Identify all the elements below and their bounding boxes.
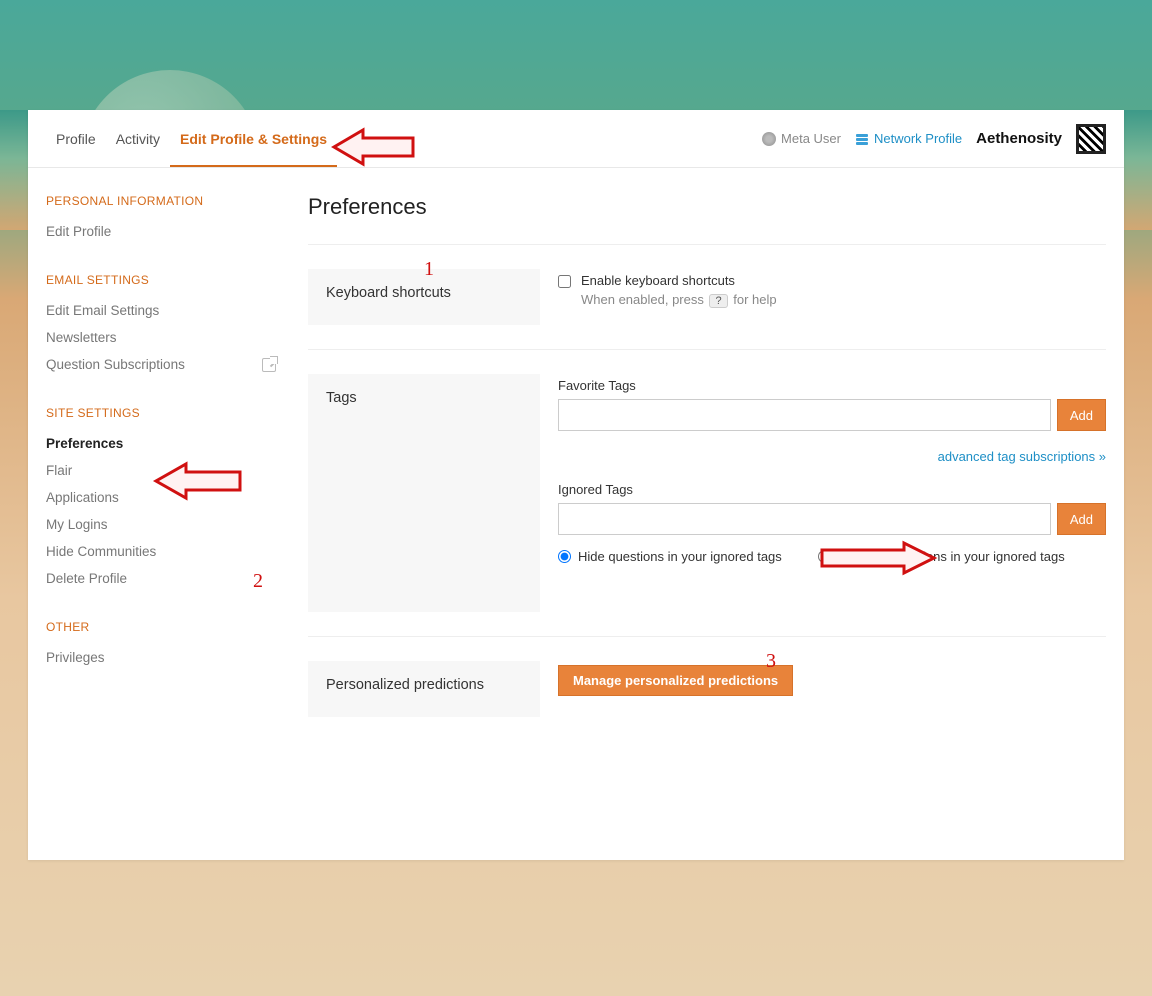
external-link-icon [262, 358, 276, 372]
network-profile-label: Network Profile [874, 131, 962, 146]
meta-user-link[interactable]: Meta User [762, 131, 841, 146]
preferences-main: Preferences Keyboard shortcuts Enable ke… [294, 194, 1106, 741]
sidebar-item-edit-profile[interactable]: Edit Profile [46, 218, 294, 245]
sidebar-item-flair[interactable]: Flair [46, 457, 294, 484]
add-favorite-tag-button[interactable]: Add [1057, 399, 1106, 431]
sidebar-heading-personal: PERSONAL INFORMATION [46, 194, 294, 208]
radio-hide-ignored[interactable]: Hide questions in your ignored tags [558, 549, 782, 564]
radio-gray-input[interactable] [818, 550, 831, 563]
sidebar-item-newsletters[interactable]: Newsletters [46, 324, 294, 351]
avatar[interactable] [1076, 124, 1106, 154]
username-display: Aethenosity [976, 130, 1062, 147]
sidebar-item-hide-communities[interactable]: Hide Communities [46, 538, 294, 565]
profile-settings-card: Profile Activity Edit Profile & Settings… [28, 110, 1124, 860]
sidebar-item-my-logins[interactable]: My Logins [46, 511, 294, 538]
tab-edit-profile-settings[interactable]: Edit Profile & Settings [170, 111, 337, 167]
radio-gray-ignored[interactable]: Gray out questions in your ignored tags [818, 549, 1065, 564]
globe-icon [762, 132, 776, 146]
stack-icon [855, 132, 869, 146]
sidebar-item-preferences[interactable]: Preferences [46, 430, 294, 457]
sidebar-heading-email: EMAIL SETTINGS [46, 273, 294, 287]
enable-kb-checkbox[interactable] [558, 275, 571, 288]
sidebar-item-question-subs[interactable]: Question Subscriptions [46, 351, 294, 378]
sidebar-item-privileges[interactable]: Privileges [46, 644, 294, 671]
sidebar-item-delete-profile[interactable]: Delete Profile [46, 565, 294, 592]
meta-user-label: Meta User [781, 131, 841, 146]
section-label-predictions: Personalized predictions [308, 661, 540, 717]
question-key-icon: ? [709, 294, 727, 308]
sidebar-item-applications[interactable]: Applications [46, 484, 294, 511]
radio-hide-input[interactable] [558, 550, 571, 563]
sidebar-heading-site: SITE SETTINGS [46, 406, 294, 420]
enable-kb-label: Enable keyboard shortcuts [581, 273, 777, 288]
add-ignored-tag-button[interactable]: Add [1057, 503, 1106, 535]
section-label-keyboard: Keyboard shortcuts [308, 269, 540, 325]
ignored-tags-input[interactable] [558, 503, 1051, 535]
advanced-tag-subs-link[interactable]: advanced tag subscriptions » [938, 449, 1106, 464]
section-label-tags: Tags [308, 374, 540, 612]
kb-help-text: When enabled, press ? for help [581, 292, 777, 308]
tab-activity[interactable]: Activity [106, 111, 170, 167]
sidebar-heading-other: OTHER [46, 620, 294, 634]
profile-tab-bar: Profile Activity Edit Profile & Settings… [28, 110, 1124, 168]
tab-profile[interactable]: Profile [46, 111, 106, 167]
network-profile-link[interactable]: Network Profile [855, 131, 962, 146]
page-title: Preferences [308, 194, 1106, 220]
manage-predictions-button[interactable]: Manage personalized predictions [558, 665, 793, 696]
favorite-tags-label: Favorite Tags [558, 378, 1106, 393]
sidebar-item-edit-email[interactable]: Edit Email Settings [46, 297, 294, 324]
favorite-tags-input[interactable] [558, 399, 1051, 431]
ignored-tags-label: Ignored Tags [558, 482, 1106, 497]
settings-sidebar: PERSONAL INFORMATION Edit Profile EMAIL … [46, 194, 294, 741]
